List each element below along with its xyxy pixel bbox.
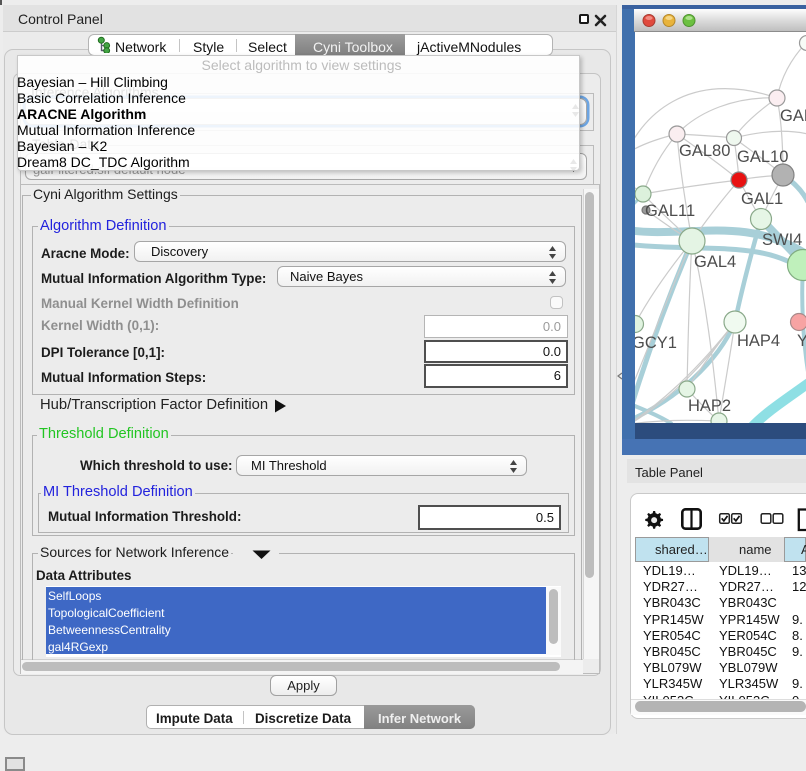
svg-text:GAL4: GAL4 <box>694 253 736 271</box>
svg-text:HAP2: HAP2 <box>688 397 731 415</box>
svg-text:SWI4: SWI4 <box>762 231 802 249</box>
svg-text:GAL: GAL <box>780 107 806 125</box>
svg-text:GCY1: GCY1 <box>632 334 677 352</box>
svg-text:GAL1: GAL1 <box>741 190 783 208</box>
svg-text:HAP4: HAP4 <box>737 332 780 350</box>
svg-text:GAL10: GAL10 <box>737 148 788 166</box>
svg-text:GAL11: GAL11 <box>645 202 695 220</box>
svg-text:GAL80: GAL80 <box>679 142 730 160</box>
svg-text:Y: Y <box>797 332 806 350</box>
